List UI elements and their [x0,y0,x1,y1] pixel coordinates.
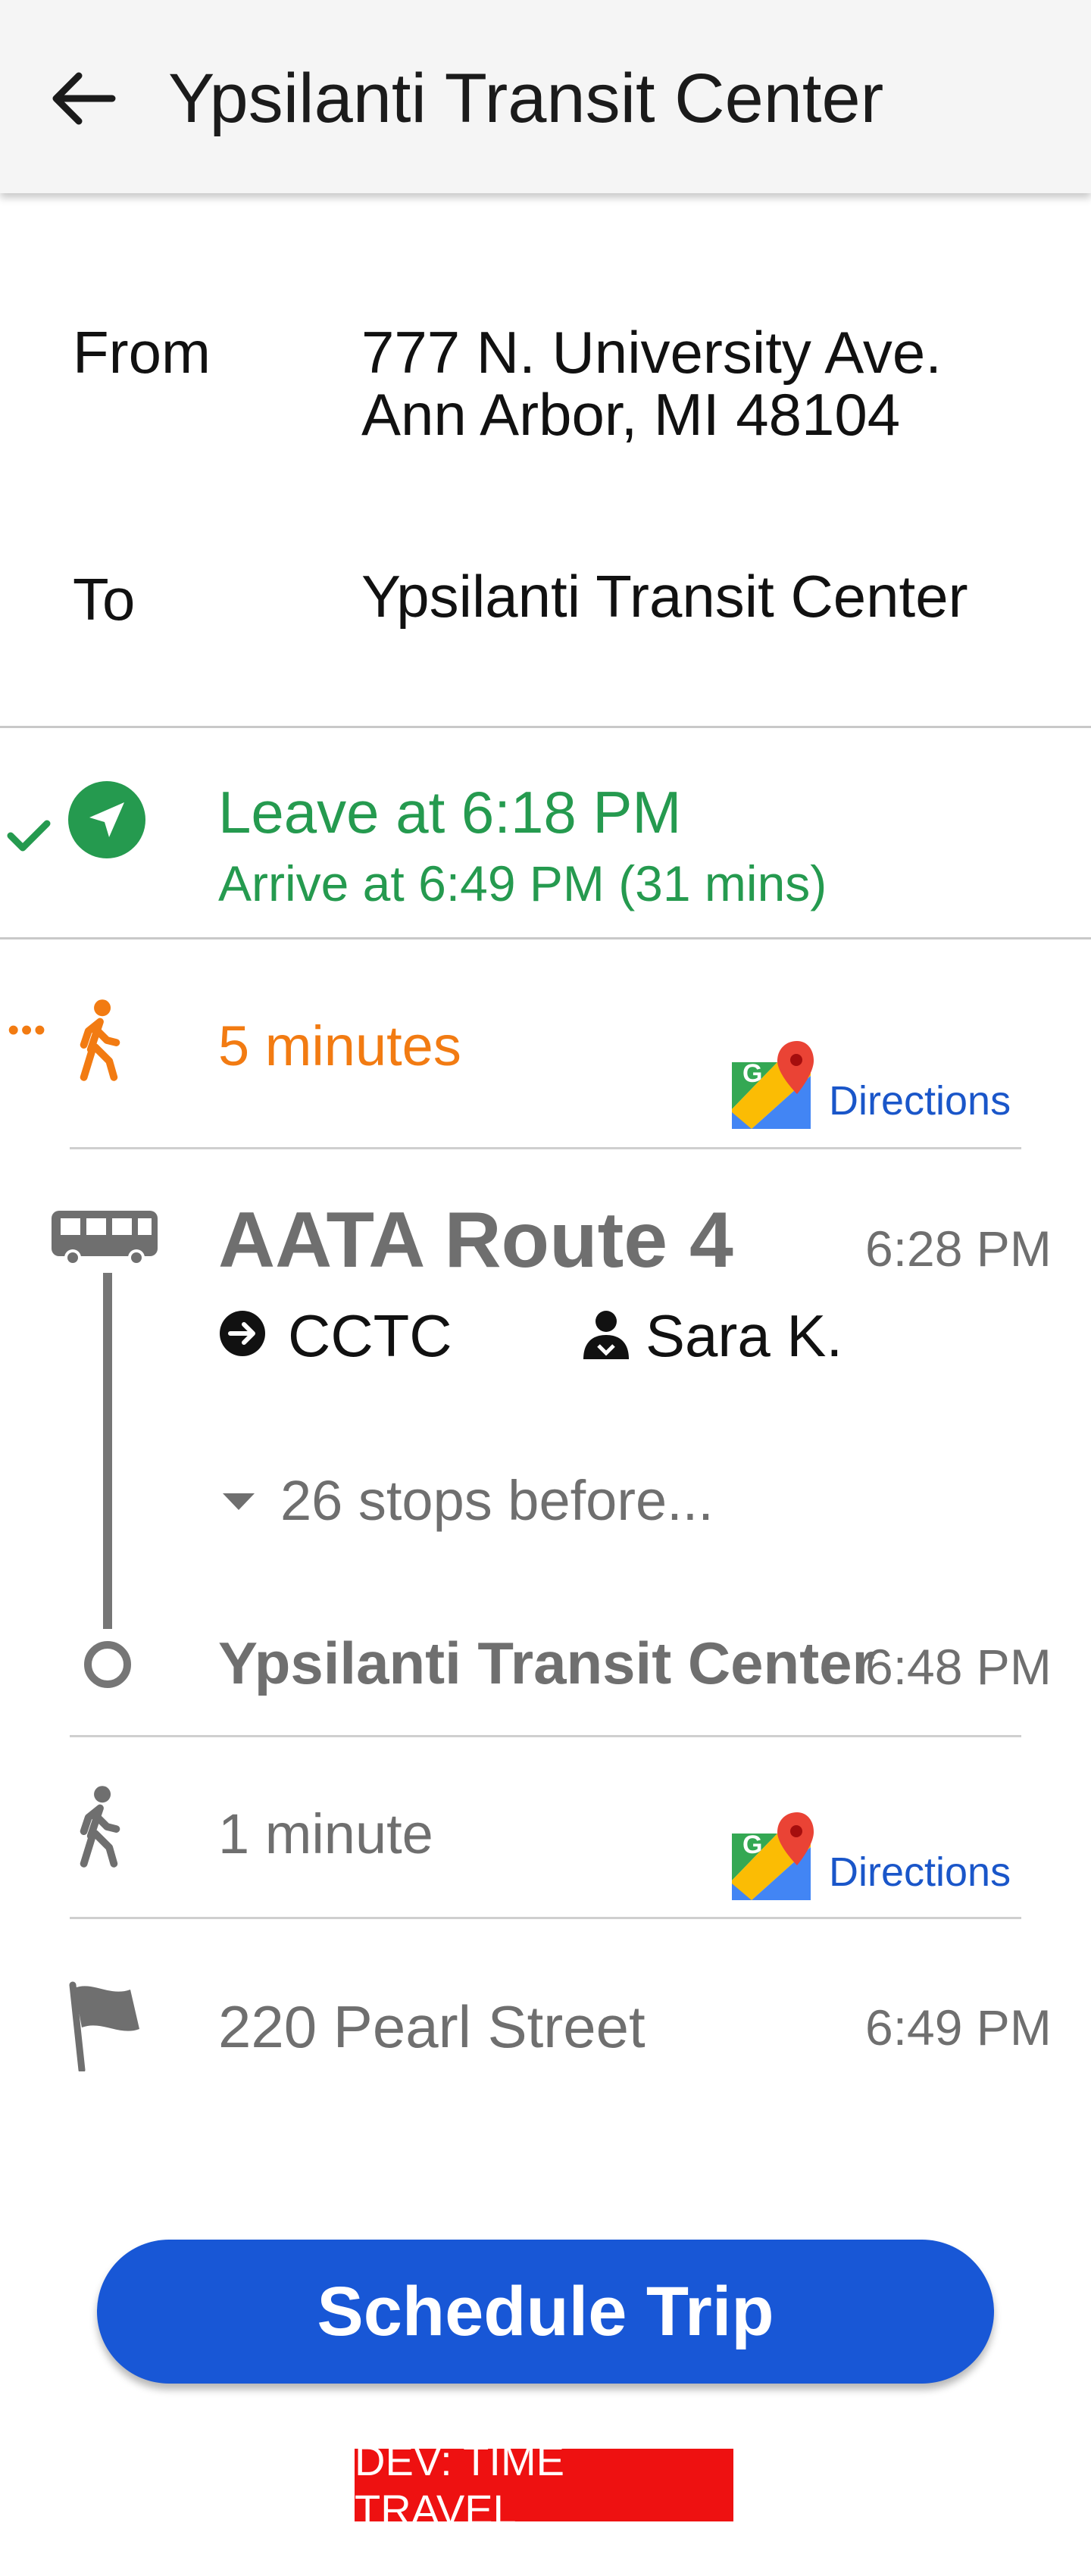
directions-label: Directions [829,1849,1011,1895]
bus-destination: CCTC [288,1302,452,1369]
dev-time-travel-badge[interactable]: DEV: TIME TRAVEL [355,2437,733,2534]
caret-down-icon [223,1493,255,1510]
arrow-left-icon [52,72,116,125]
depart-time: 6:28 PM [865,1221,1052,1277]
page-title: Ypsilanti Transit Center [168,60,884,137]
route-line [103,1273,112,1629]
arrow-circle-icon [220,1311,265,1356]
from-address-line1: 777 N. University Ave. [361,319,942,386]
alight-stop: Ypsilanti Transit Center [218,1630,875,1696]
to-label: To [73,566,136,633]
divider [0,937,1091,939]
final-arrival-time: 6:49 PM [865,1999,1052,2055]
driver-name: Sara K. [646,1302,843,1369]
svg-text:G: G [742,1059,762,1088]
alight-time: 6:48 PM [865,1639,1052,1695]
directions-label: Directions [829,1078,1011,1124]
navigation-arrow-icon [68,781,145,858]
divider [70,1735,1021,1737]
schedule-trip-button[interactable]: Schedule Trip [97,2240,994,2384]
stops-toggle[interactable]: 26 stops before... [218,1462,714,1538]
final-destination: 220 Pearl Street [218,1993,646,2060]
leave-time: Leave at 6:18 PM [218,779,682,846]
directions-button[interactable]: G Directions [732,1811,1011,1900]
person-icon [583,1311,629,1359]
from-label: From [73,319,211,386]
directions-button[interactable]: G Directions [732,1039,1011,1129]
from-address-line2: Ann Arbor, MI 48104 [361,381,901,448]
to-value: Ypsilanti Transit Center [361,563,968,630]
walking-person-icon [80,1786,120,1868]
svg-text:G: G [742,1830,762,1859]
walk-duration: 5 minutes [218,1014,461,1077]
flag-icon [69,1981,139,2071]
divider [70,1147,1021,1149]
arrive-time: Arrive at 6:49 PM (31 mins) [218,855,827,911]
walking-person-icon [80,999,120,1081]
google-maps-icon: G [732,1812,814,1900]
stop-circle-icon [84,1641,131,1688]
google-maps-icon: G [732,1041,814,1129]
route-name: AATA Route 4 [218,1196,733,1284]
bus-icon [52,1211,158,1266]
divider [70,1917,1021,1919]
back-button[interactable] [47,62,120,135]
dots-icon: ••• [8,1011,48,1049]
stops-toggle-label: 26 stops before... [280,1468,714,1532]
trip-summary-row[interactable]: Leave at 6:18 PM Arrive at 6:49 PM (31 m… [0,728,1091,937]
app-bar: Ypsilanti Transit Center [0,0,1091,193]
walk-duration: 1 minute [218,1802,433,1865]
checkmark-icon [7,820,51,852]
